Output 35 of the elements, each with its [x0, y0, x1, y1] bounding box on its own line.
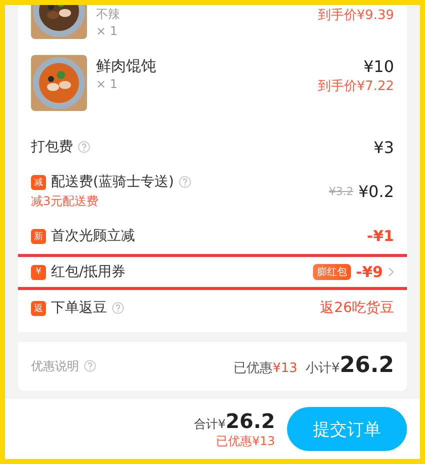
fee-value: -¥1: [366, 227, 394, 245]
badge-icon: 减: [31, 174, 46, 190]
saved-amount: 已优惠¥13: [234, 360, 298, 378]
subtotal: 小计¥26.2: [305, 352, 394, 380]
final-price: 到手价¥9.39: [318, 7, 394, 24]
dish-spec: 不辣: [96, 6, 121, 23]
submit-button[interactable]: 提交订单: [287, 407, 407, 451]
discount-note: 优惠说明: [31, 358, 79, 375]
fee-value: 返26吃货豆: [320, 299, 394, 317]
fee-note: 减3元配送费: [31, 193, 100, 210]
chevron-icon[interactable]: [388, 267, 394, 277]
badge-icon: 新: [31, 228, 46, 244]
help-icon[interactable]: [112, 302, 124, 314]
fee-label: 配送费(蓝骑士专送): [51, 173, 174, 191]
badge-icon: ¥: [31, 264, 46, 280]
total: 合计¥26.2: [194, 408, 275, 432]
final-price: 到手价¥7.22: [318, 78, 394, 95]
fee-value: ¥0.2: [358, 182, 394, 201]
help-icon[interactable]: [78, 141, 90, 153]
dish-quantity: × 1: [96, 24, 119, 38]
help-icon[interactable]: [178, 176, 191, 188]
fee-label: 首次光顾立减: [51, 227, 135, 245]
old-price: ¥3.2: [328, 185, 354, 198]
dish-quantity: × 1: [96, 77, 119, 91]
saved-amount: 已优惠¥13: [216, 432, 275, 450]
fee-label: 红包/抵用券: [51, 263, 126, 281]
dish-price: ¥10: [363, 57, 394, 76]
tag: 膨红包: [312, 264, 351, 280]
dish-name: 鲜肉馄饨: [96, 57, 157, 76]
fee-value: -¥9: [356, 263, 383, 281]
fee-label: 打包费: [31, 138, 73, 156]
help-icon[interactable]: [84, 360, 96, 372]
fee-value: ¥3: [374, 138, 394, 156]
fee-label: 下单返豆: [51, 299, 107, 317]
badge-icon: 返: [31, 300, 46, 316]
